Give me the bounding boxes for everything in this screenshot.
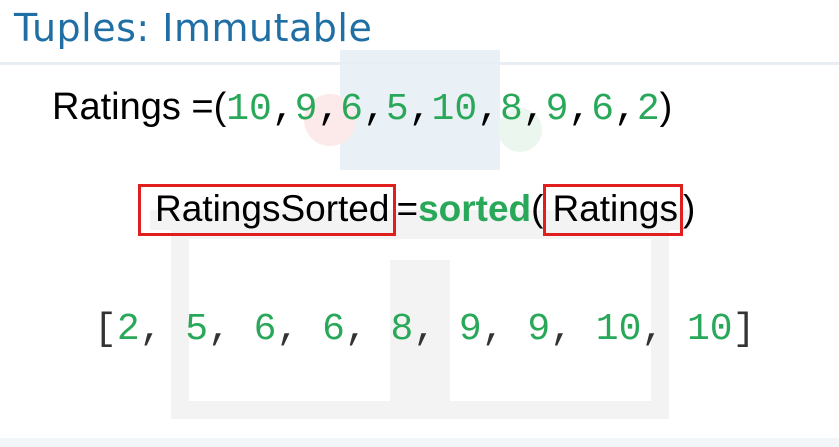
list-close-bracket: ] xyxy=(732,308,756,351)
sorted-statement: RatingsSorted =sorted(Ratings) xyxy=(138,184,696,236)
list-value: 8 xyxy=(390,308,414,351)
list-comma: , xyxy=(550,308,596,351)
footer-bar xyxy=(0,438,839,447)
list-comma: , xyxy=(208,308,254,351)
tuple-comma: , xyxy=(477,88,500,131)
tuple-value: 6 xyxy=(591,88,615,131)
list-open-bracket: [ xyxy=(94,308,117,351)
list-comma: , xyxy=(276,308,323,351)
list-values: 2, 5, 6, 6, 8, 9, 9, 10, 10 xyxy=(117,308,733,351)
sorted-target: RatingsSorted xyxy=(155,188,390,229)
sorted-argument: Ratings xyxy=(552,188,678,229)
tuple-definition: Ratings =(10,9,6,5,10,8,9,6,2) xyxy=(52,86,672,131)
list-value: 2 xyxy=(116,308,140,351)
open-paren: ( xyxy=(531,188,544,229)
sorted-function: sorted xyxy=(418,188,532,229)
list-value: 5 xyxy=(185,308,209,351)
tuple-values: 10,9,6,5,10,8,9,6,2 xyxy=(226,88,659,131)
list-value: 9 xyxy=(458,308,482,351)
tuple-assign: =( xyxy=(180,86,227,128)
list-comma: , xyxy=(481,308,528,351)
close-paren: ) xyxy=(682,188,696,229)
list-value: 6 xyxy=(322,308,345,351)
tuple-comma: , xyxy=(317,88,341,131)
list-comma: , xyxy=(344,308,391,351)
tuple-close: ) xyxy=(659,86,673,128)
slide-title: Tuples: Immutable xyxy=(14,6,373,50)
list-value: 10 xyxy=(595,308,642,351)
tuple-value: 2 xyxy=(636,88,660,131)
tuple-value: 10 xyxy=(226,88,272,131)
equals-sign: = xyxy=(396,188,419,229)
tuple-comma: , xyxy=(568,88,592,131)
list-comma: , xyxy=(413,308,459,351)
sorted-result-list: [2, 5, 6, 6, 8, 9, 9, 10, 10] xyxy=(94,308,755,351)
list-value: 6 xyxy=(253,308,277,351)
tuple-value: 8 xyxy=(499,88,523,131)
tuple-comma: , xyxy=(363,88,386,131)
tuple-value: 9 xyxy=(545,88,569,131)
tuple-value: 5 xyxy=(385,88,409,131)
list-value: 9 xyxy=(527,308,551,351)
tuple-comma: , xyxy=(408,88,432,131)
list-comma: , xyxy=(641,308,687,351)
tuple-comma: , xyxy=(614,88,637,131)
tuple-value: 9 xyxy=(294,88,318,131)
target-highlight-box: RatingsSorted xyxy=(138,184,397,236)
list-value: 10 xyxy=(686,308,733,351)
tuple-comma: , xyxy=(522,88,546,131)
argument-highlight-box: Ratings xyxy=(543,184,683,236)
tuple-comma: , xyxy=(271,88,295,131)
tuple-value: 10 xyxy=(431,88,478,131)
list-comma: , xyxy=(139,308,186,351)
tuple-name: Ratings xyxy=(52,86,181,128)
title-divider xyxy=(0,62,839,65)
tuple-value: 6 xyxy=(340,88,364,131)
